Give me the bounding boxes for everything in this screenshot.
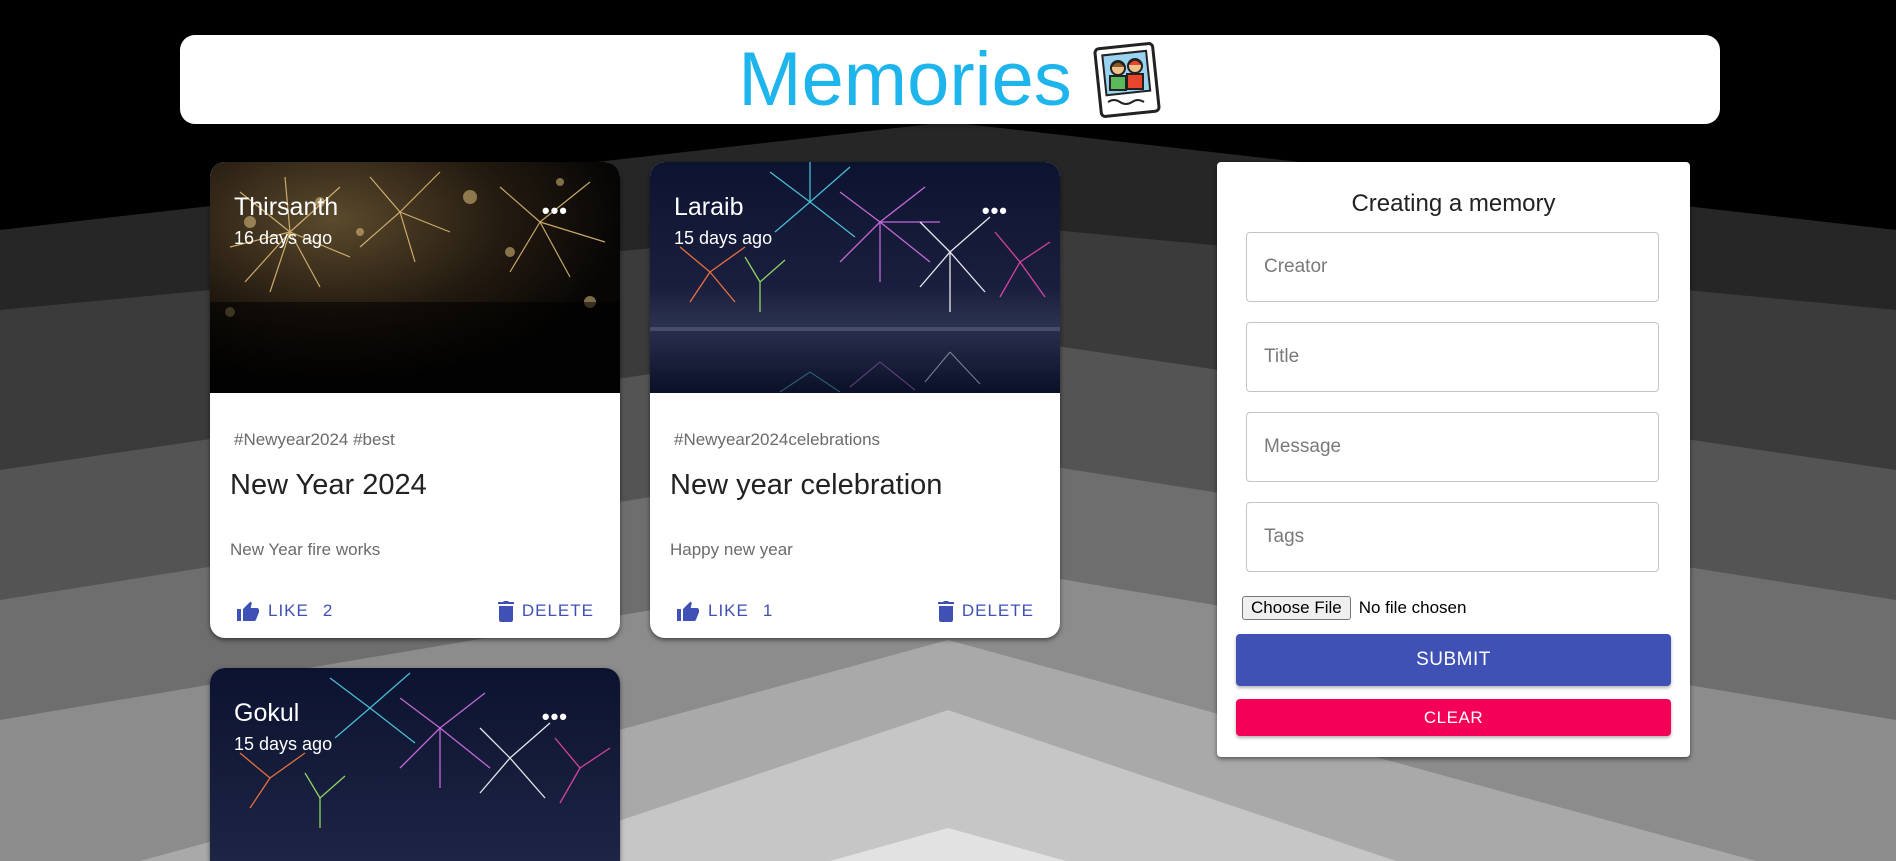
more-horizontal-icon[interactable]: •••	[542, 706, 568, 728]
post-time: 15 days ago	[234, 734, 333, 754]
like-button[interactable]: LIKE 1	[676, 600, 773, 622]
creator-name: Thirsanth	[234, 193, 339, 221]
thumb-up-icon	[237, 601, 259, 621]
like-button[interactable]: LIKE 2	[236, 600, 333, 622]
creator-field[interactable]	[1246, 232, 1659, 302]
photo-frame-icon	[1093, 41, 1161, 118]
submit-button[interactable]: SUBMIT	[1236, 634, 1671, 686]
title-field[interactable]	[1246, 322, 1659, 392]
card-actions: LIKE 2 DELETE	[210, 592, 620, 638]
message-field[interactable]	[1246, 412, 1659, 482]
trash-icon	[497, 601, 514, 622]
delete-label: DELETE	[961, 601, 1034, 620]
memory-card: Gokul 15 days ago •••	[210, 668, 620, 861]
post-title: New year celebration	[670, 469, 943, 501]
post-time: 15 days ago	[674, 228, 773, 248]
create-memory-form: Creating a memory Choose File No file ch…	[1217, 162, 1690, 757]
trash-icon	[937, 601, 954, 622]
app-bar: Memories	[180, 35, 1720, 124]
like-count: 2	[322, 601, 334, 620]
fireworks-gold-image: Thirsanth 16 days ago •••	[210, 162, 620, 393]
file-picker: Choose File No file chosen	[1242, 596, 1466, 620]
like-label: LIKE	[708, 601, 749, 620]
post-message: Happy new year	[670, 540, 793, 559]
post-tags: #Newyear2024 #best	[234, 430, 395, 449]
post-time: 16 days ago	[234, 228, 333, 248]
post-tags: #Newyear2024celebrations	[674, 430, 881, 449]
thumb-up-icon	[677, 601, 699, 621]
fireworks-colorful-image: Laraib 15 days ago •••	[650, 162, 1060, 393]
creator-name: Laraib	[674, 193, 744, 221]
tags-field[interactable]	[1246, 502, 1659, 572]
choose-file-button[interactable]: Choose File	[1242, 596, 1351, 620]
memory-card: Thirsanth 16 days ago ••• #Newyear2024 #…	[210, 162, 620, 638]
more-horizontal-icon[interactable]: •••	[982, 200, 1008, 222]
card-actions: LIKE 1 DELETE	[650, 592, 1060, 638]
fireworks-colorful-image: Gokul 15 days ago •••	[210, 668, 620, 861]
delete-button[interactable]: DELETE	[937, 600, 1034, 622]
post-message: New Year fire works	[230, 540, 381, 559]
app-title: Memories	[738, 36, 1072, 122]
clear-button[interactable]: CLEAR	[1236, 699, 1671, 736]
delete-label: DELETE	[521, 601, 594, 620]
creator-name: Gokul	[234, 699, 300, 727]
like-count: 1	[762, 601, 774, 620]
form-heading: Creating a memory	[1351, 190, 1556, 217]
file-status: No file chosen	[1358, 598, 1467, 617]
post-title: New Year 2024	[230, 469, 427, 501]
delete-button[interactable]: DELETE	[497, 600, 594, 622]
more-horizontal-icon[interactable]: •••	[542, 200, 568, 222]
like-label: LIKE	[268, 601, 309, 620]
memory-card: Laraib 15 days ago ••• #Newyear2024celeb…	[650, 162, 1060, 638]
